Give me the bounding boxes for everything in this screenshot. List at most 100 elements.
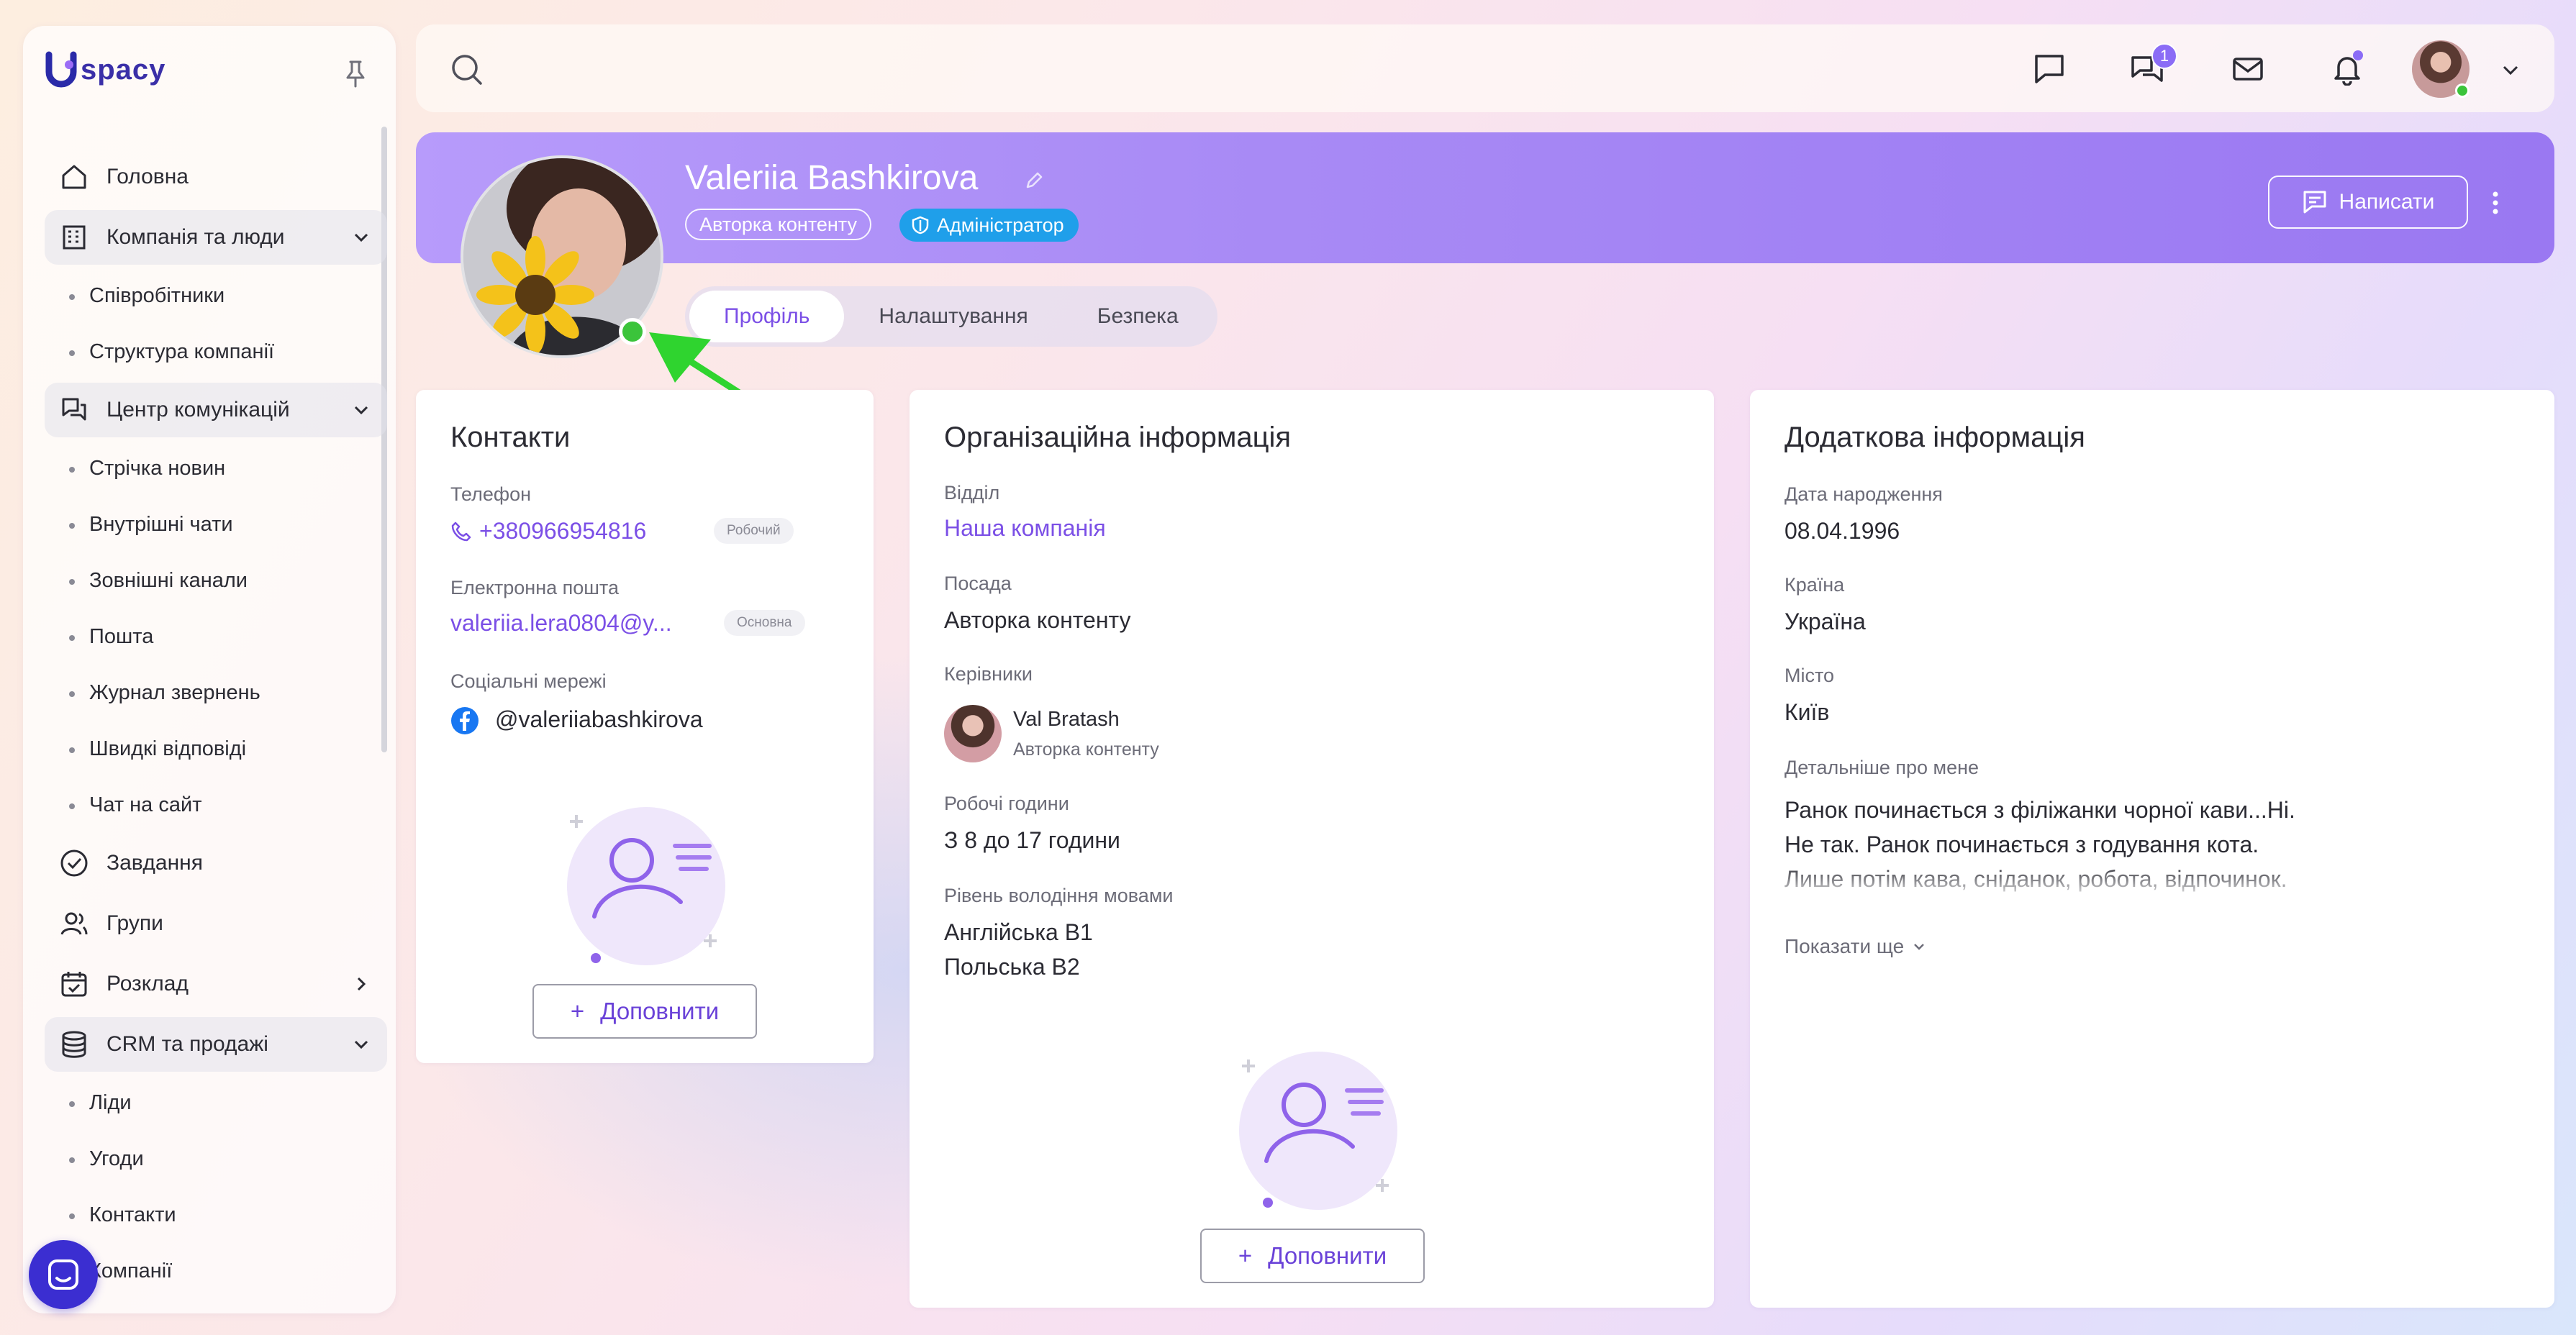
sidebar: spacy Головна Компанія та люди Співробіт… <box>23 26 396 1313</box>
comments-button[interactable] <box>2029 49 2069 89</box>
show-more-label: Показати ще <box>1784 935 1905 957</box>
country-value: Україна <box>1784 609 1866 634</box>
mail-icon <box>2233 58 2263 81</box>
extra-title: Додаткова інформація <box>1784 422 2085 453</box>
birth-label: Дата народження <box>1784 483 1943 505</box>
notification-dot <box>2353 50 2363 60</box>
search-icon[interactable] <box>449 52 484 86</box>
sidebar-subitem-internal-chats[interactable]: Внутрішні чати <box>45 499 387 550</box>
support-chat-button[interactable] <box>29 1240 98 1309</box>
hours-label: Робочі години <box>944 793 1069 814</box>
chevron-down-icon[interactable] <box>351 227 371 247</box>
sidebar-subitem-leads[interactable]: Ліди <box>45 1077 387 1128</box>
logo-mark-icon <box>45 51 77 88</box>
mail-button[interactable] <box>2228 49 2268 89</box>
sidebar-subitem-employees[interactable]: Співробітники <box>45 270 387 321</box>
contacts-card: Контакти Телефон +380966954816 Робочий Е… <box>416 390 874 1063</box>
sidebar-item-company[interactable]: Компанія та люди <box>45 210 387 265</box>
birth-value: 08.04.1996 <box>1784 518 1900 544</box>
email-link[interactable]: valeriia.lera0804@y... <box>450 610 672 637</box>
manager-name[interactable]: Val Bratash <box>1013 708 1120 732</box>
more-options-icon[interactable] <box>2488 188 2503 217</box>
sidebar-subitem-external-channels[interactable]: Зовнішні канали <box>45 555 387 606</box>
city-label: Місто <box>1784 665 1835 686</box>
contacts-title: Контакти <box>450 422 571 453</box>
show-more-link[interactable]: Показати ще <box>1784 935 1927 958</box>
admin-badge-label: Адміністратор <box>937 214 1064 236</box>
sidebar-item-label: Групи <box>106 911 163 935</box>
hours-value: З 8 до 17 години <box>944 827 1120 853</box>
pin-icon[interactable] <box>343 59 368 88</box>
sidebar-item-tasks[interactable]: Завдання <box>45 836 387 890</box>
comment-icon <box>2035 55 2064 83</box>
contacts-add-button[interactable]: + Доповнити <box>532 984 757 1039</box>
languages-label: Рівень володіння мовами <box>944 885 1174 906</box>
phone-label: Телефон <box>450 483 532 505</box>
add-button-label: Доповнити <box>600 998 720 1024</box>
sidebar-item-label: Розклад <box>106 972 189 995</box>
admin-badge: Адміністратор <box>899 209 1079 242</box>
facebook-icon <box>451 707 479 734</box>
extra-info-card: Додаткова інформація Дата народження 08.… <box>1750 390 2554 1308</box>
chat-hub-icon <box>58 393 91 427</box>
sidebar-item-communications[interactable]: Центр комунікацій <box>45 383 387 437</box>
managers-label: Керівники <box>944 663 1033 685</box>
sidebar-subitem-news[interactable]: Стрічка новин <box>45 443 387 493</box>
social-handle[interactable]: @valeriiabashkirova <box>495 706 703 733</box>
about-label: Детальніше про мене <box>1784 757 1979 778</box>
chevron-down-icon[interactable] <box>2500 59 2521 81</box>
org-info-card: Організаційна інформація Відділ Наша ком… <box>910 390 1714 1308</box>
online-indicator <box>2455 83 2470 98</box>
about-fade <box>1784 865 2317 901</box>
sidebar-item-groups[interactable]: Групи <box>45 896 387 951</box>
database-icon <box>58 1028 91 1061</box>
manager-role: Авторка контенту <box>1013 739 1159 760</box>
notifications-button[interactable] <box>2327 49 2367 89</box>
app-logo[interactable]: spacy <box>45 50 165 89</box>
role-badge: Авторка контенту <box>685 209 871 240</box>
department-label: Відділ <box>944 482 1000 504</box>
chat-bubble-icon <box>48 1259 78 1290</box>
chevron-right-icon[interactable] <box>351 974 371 994</box>
phone-link[interactable]: +380966954816 <box>479 518 646 545</box>
language-item: Англійська B1 <box>944 919 1093 945</box>
sidebar-subitem-structure[interactable]: Структура компанії <box>45 327 387 377</box>
sidebar-subitem-site-chat[interactable]: Чат на сайт <box>45 780 387 830</box>
user-avatar[interactable] <box>2412 40 2470 98</box>
write-message-button[interactable]: Написати <box>2268 176 2468 229</box>
manager-avatar[interactable] <box>944 705 1002 762</box>
chats-badge: 1 <box>2151 43 2177 69</box>
org-add-button[interactable]: + Доповнити <box>1200 1229 1425 1283</box>
check-circle-icon <box>58 847 91 880</box>
plus-icon: + <box>570 998 585 1024</box>
tab-security[interactable]: Безпека <box>1063 291 1213 342</box>
chevron-down-icon <box>1914 944 1925 950</box>
calendar-icon <box>58 967 91 1001</box>
tab-settings[interactable]: Налаштування <box>844 291 1062 342</box>
chevron-down-icon[interactable] <box>351 1034 371 1054</box>
chats-button[interactable]: 1 <box>2127 43 2177 89</box>
country-label: Країна <box>1784 574 1845 596</box>
chevron-down-icon[interactable] <box>351 400 371 420</box>
building-icon <box>58 221 91 254</box>
sidebar-nav: Головна Компанія та люди Співробітники С… <box>45 150 387 1302</box>
edit-pencil-icon[interactable] <box>1023 170 1045 191</box>
sidebar-item-home[interactable]: Головна <box>45 150 387 204</box>
sidebar-subitem-mail[interactable]: Пошта <box>45 611 387 662</box>
org-title: Організаційна інформація <box>944 422 1292 453</box>
email-label: Електронна пошта <box>450 577 620 598</box>
sidebar-subitem-quick-replies[interactable]: Швидкі відповіді <box>45 724 387 774</box>
sidebar-subitem-requests-log[interactable]: Журнал звернень <box>45 668 387 718</box>
department-link[interactable]: Наша компанія <box>944 515 1106 542</box>
profile-banner <box>416 132 2554 263</box>
sidebar-item-label: Головна <box>106 165 189 188</box>
sidebar-subitem-contacts[interactable]: Контакти <box>45 1190 387 1240</box>
profile-name: Valeriia Bashkirova <box>685 159 979 197</box>
sidebar-subitem-deals[interactable]: Угоди <box>45 1134 387 1184</box>
home-icon <box>58 160 91 193</box>
group-icon <box>58 907 91 940</box>
sidebar-item-schedule[interactable]: Розклад <box>45 957 387 1011</box>
topbar: 1 <box>416 24 2554 112</box>
sidebar-item-crm[interactable]: CRM та продажі <box>45 1017 387 1072</box>
message-icon <box>2303 191 2326 214</box>
